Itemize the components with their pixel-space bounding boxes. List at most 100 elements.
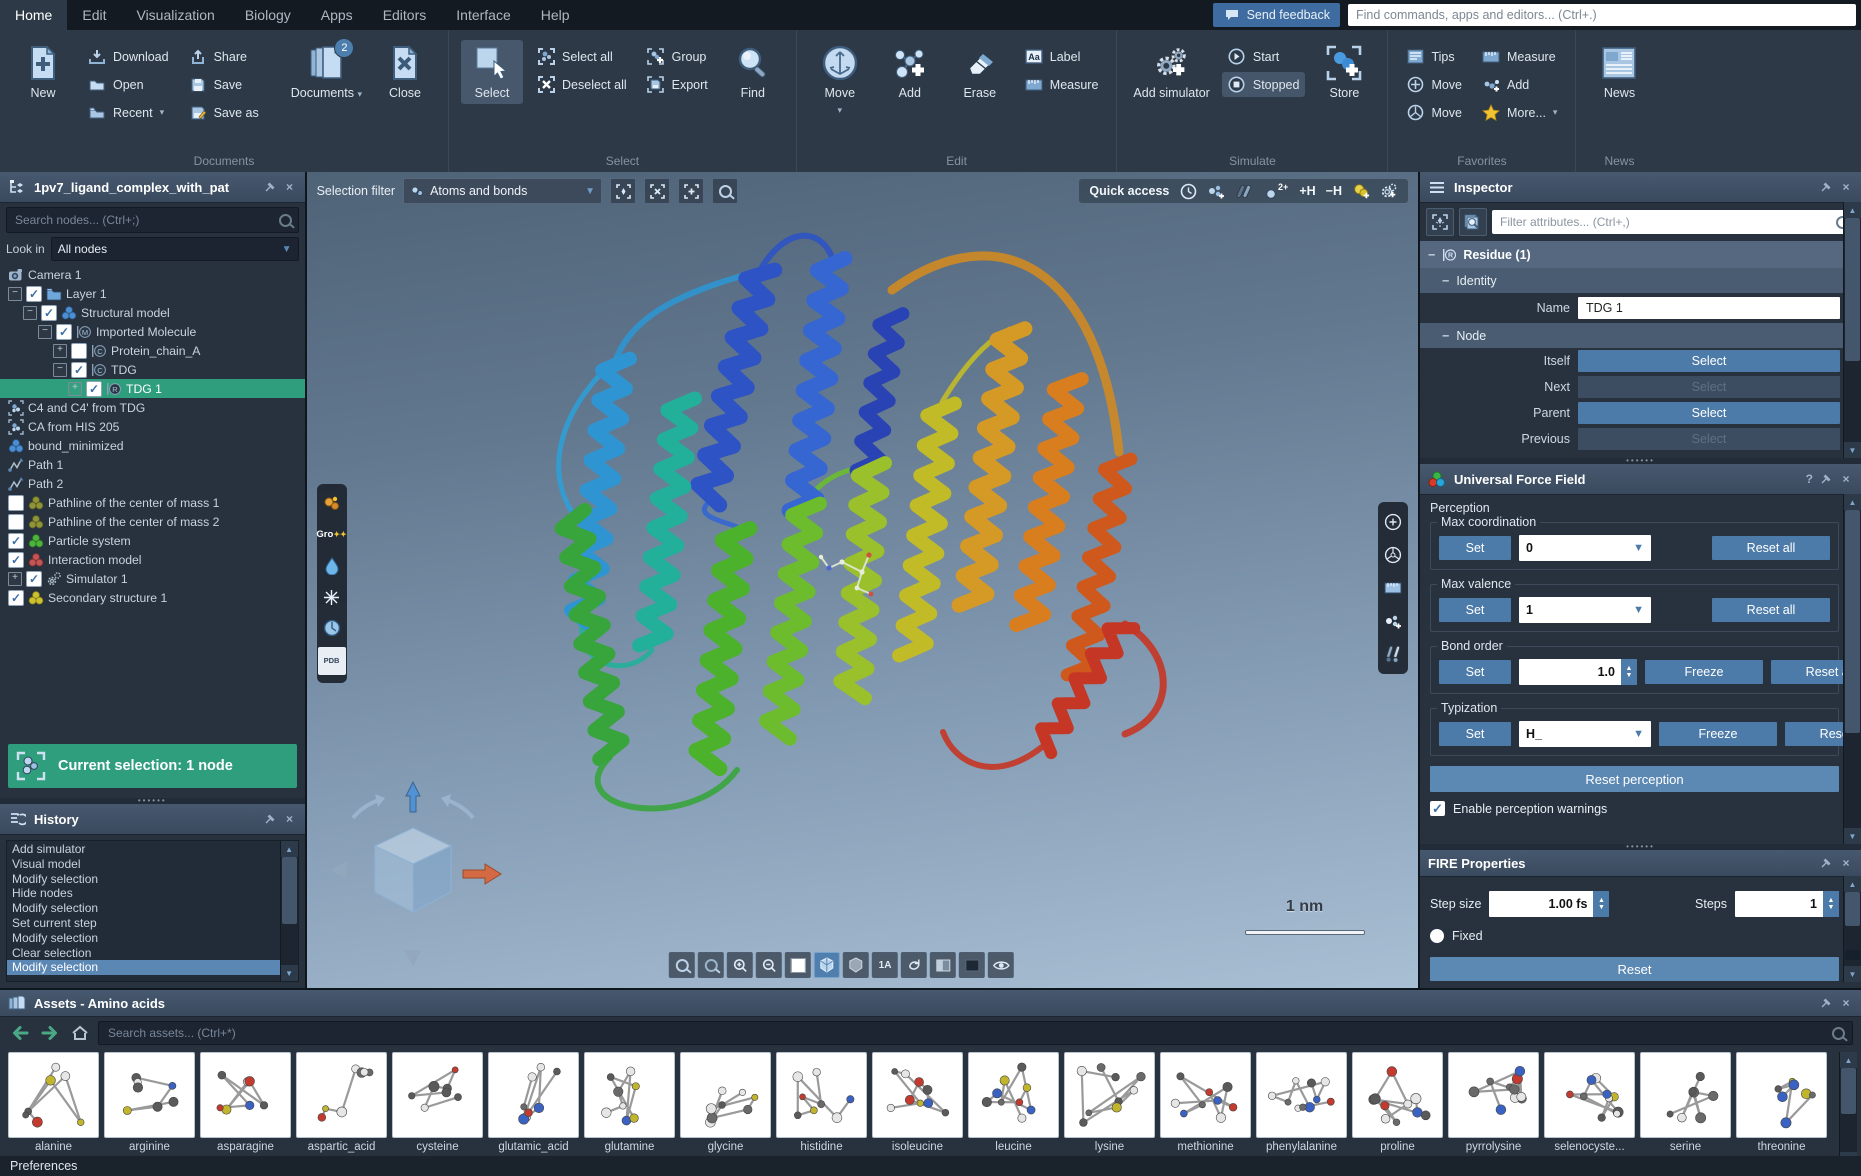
set-button[interactable]: Set [1439,660,1511,684]
forward-button[interactable] [38,1022,62,1044]
move-button[interactable]: Move ▾ [809,40,871,120]
add-hydrogens-button[interactable]: +H [1299,184,1315,198]
asset-card-proline[interactable]: proline [1352,1052,1443,1156]
close-icon[interactable]: × [1839,996,1853,1010]
close-button[interactable]: Close [374,40,436,104]
ruler-icon[interactable] [1381,576,1405,600]
store-button[interactable]: Store [1313,40,1375,104]
menu-item-help[interactable]: Help [526,0,585,30]
visibility-checkbox[interactable] [8,495,24,511]
select-parent-button[interactable]: Select [1578,402,1840,424]
expand-icon[interactable]: + [68,382,82,396]
zoom-selection-button[interactable] [712,178,738,204]
preferences-label[interactable]: Preferences [10,1159,77,1173]
asset-search-input[interactable] [106,1025,1832,1041]
history-item[interactable]: Clear selection [7,946,280,961]
navigation-compass[interactable] [313,770,513,975]
solvent-drop-icon[interactable] [320,554,344,578]
viewport-3d[interactable]: Selection filter Atoms and bonds ▼ Quick… [307,172,1418,988]
tree-item-camera-1[interactable]: Camera 1 [0,265,305,284]
visibility-checkbox[interactable]: ✓ [26,571,42,587]
send-feedback-button[interactable]: Send feedback [1213,3,1340,27]
add-selection-button[interactable] [678,178,704,204]
tree-item-tdg-1[interactable]: +✓RTDG 1 [0,379,305,398]
bond-order-spinner[interactable]: 1.0▲▼ [1519,659,1637,685]
erase-button[interactable]: Erase [949,40,1011,104]
open-button[interactable]: Open [82,72,175,97]
select-nodes-button[interactable] [1426,208,1454,236]
set-button[interactable]: Set [1439,722,1511,746]
select-next-button[interactable]: Select [1578,376,1840,398]
tree-item-layer-1[interactable]: −✓Layer 1 [0,284,305,303]
expand-icon[interactable]: + [8,572,22,586]
export-button[interactable]: Export [641,72,714,97]
visibility-checkbox[interactable]: ✓ [8,590,24,606]
visibility-checkbox[interactable]: ✓ [8,533,24,549]
label-button[interactable]: AaLabel [1019,44,1105,69]
clock-icon[interactable] [1179,182,1197,200]
tree-item-path-2[interactable]: Path 2 [0,474,305,493]
zoom-region-button[interactable] [669,952,695,978]
steps-spinner[interactable]: 1▲▼ [1735,891,1839,917]
asset-card-leucine[interactable]: leucine [968,1052,1059,1156]
back-button[interactable] [8,1022,32,1044]
pin-icon[interactable] [1819,996,1833,1010]
collapse-icon[interactable]: − [8,287,22,301]
zoom-out-button[interactable] [756,952,782,978]
split-view-button[interactable] [930,952,956,978]
fav-add-button[interactable]: Add [1476,72,1563,97]
asset-card-selenocyste-[interactable]: selenocyste... [1544,1052,1635,1156]
visibility-checkbox[interactable]: ✓ [71,362,87,378]
history-item[interactable]: Hide nodes [7,886,280,901]
asset-card-pyrrolysine[interactable]: pyrrolysine [1448,1052,1539,1156]
command-search-input[interactable] [1348,4,1856,26]
time-globe-icon[interactable] [320,616,344,640]
collapse-icon[interactable]: − [38,325,52,339]
visibility-checkbox[interactable]: ✓ [41,305,57,321]
tree-item-imported-molecule[interactable]: −✓MImported Molecule [0,322,305,341]
menu-item-interface[interactable]: Interface [441,0,525,30]
tree-item-simulator-1[interactable]: +✓Simulator 1 [0,569,305,588]
tree-item-tdg[interactable]: −✓CTDG [0,360,305,379]
orthographic-view-button[interactable] [843,952,869,978]
more-button[interactable]: More...▾ [1476,100,1563,125]
node-search-input[interactable] [13,212,279,228]
asset-card-isoleucine[interactable]: isoleucine [872,1052,963,1156]
zoom-in-button[interactable] [727,952,753,978]
filter-stack-button[interactable] [1459,208,1487,236]
tree-item-pathline-of-the-center-of-mass-2[interactable]: Pathline of the center of mass 2 [0,512,305,531]
tips-button[interactable]: Tips [1400,44,1468,69]
documents-button[interactable]: 2 Documents ▾ [287,40,366,105]
save-as-button[interactable]: Save as [183,100,265,125]
visibility-checkbox[interactable] [71,343,87,359]
history-item[interactable]: Set current step [7,916,280,931]
tree-item-ca-from-his-205[interactable]: CA from HIS 205 [0,417,305,436]
asset-card-lysine[interactable]: lysine [1064,1052,1155,1156]
asset-card-asparagine[interactable]: asparagine [200,1052,291,1156]
start-button[interactable]: Start [1222,44,1306,69]
measure-button[interactable]: Measure [1019,72,1105,97]
fixed-radio[interactable] [1430,929,1444,943]
center-selection-button[interactable] [610,178,636,204]
save-button[interactable]: Save [183,72,265,97]
assets-scrollbar[interactable]: ▲ ▼ [1839,1052,1857,1168]
add-molecule-icon[interactable] [1381,609,1405,633]
collapse-icon[interactable]: − [23,306,37,320]
set-button[interactable]: Set [1439,598,1511,622]
close-icon[interactable]: × [1839,856,1853,870]
name-input[interactable]: TDG 1 [1578,297,1840,319]
tree-item-interaction-model[interactable]: ✓Interaction model [0,550,305,569]
add-simulator-button[interactable]: Add simulator [1129,40,1213,104]
menu-item-visualization[interactable]: Visualization [121,0,229,30]
close-icon[interactable]: × [1839,180,1853,194]
group-button[interactable]: Group [641,44,714,69]
fav-measure-button[interactable]: Measure [1476,44,1563,69]
history-scrollbar[interactable]: ▲ ▼ [280,841,298,981]
visibility-checkbox[interactable] [8,514,24,530]
help-icon[interactable]: ? [1806,472,1813,486]
select-all-button[interactable]: Select all [531,44,633,69]
asset-card-alanine[interactable]: alanine [8,1052,99,1156]
pin-icon[interactable] [263,180,277,194]
asset-card-threonine[interactable]: threonine [1736,1052,1827,1156]
home-button[interactable] [68,1022,92,1044]
